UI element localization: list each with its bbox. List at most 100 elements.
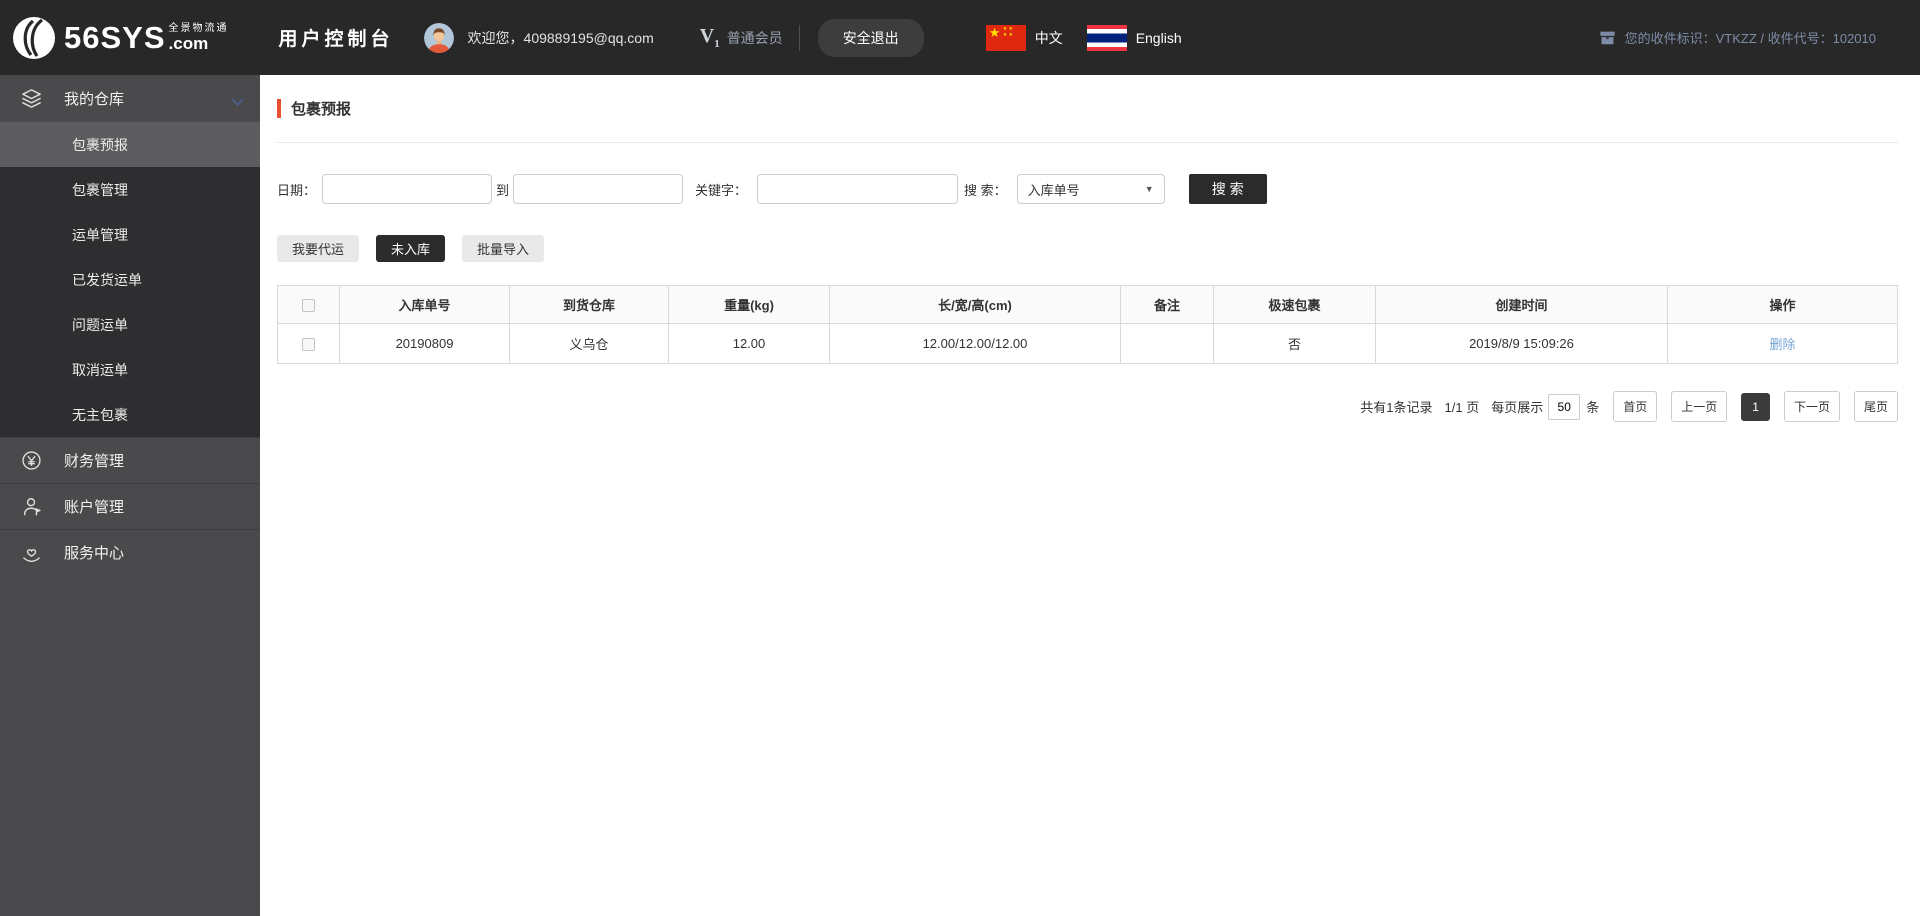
vip-level-icon: V1	[699, 25, 720, 50]
current-page-button[interactable]: 1	[1741, 392, 1770, 421]
search-type-select[interactable]: 入库单号	[1016, 174, 1165, 204]
col-header-warehouse: 到货仓库	[509, 285, 669, 324]
sidebar-section-label: 账户管理	[64, 499, 125, 516]
date-label: 日期：	[277, 182, 317, 198]
row-select-cell	[277, 323, 340, 364]
lang-chinese[interactable]: 中文	[1035, 28, 1063, 48]
thailand-flag-icon[interactable]	[1086, 24, 1127, 51]
sidebar-item-cancelled-waybills[interactable]: 取消运单	[0, 347, 260, 392]
date-from-input[interactable]	[322, 174, 493, 204]
keyword-input[interactable]	[757, 174, 959, 204]
warehouse-submenu: 包裹预报 包裹管理 运单管理 已发货运单 问题运单 取消运单 无主包裹	[0, 122, 260, 437]
per-page-label: 每页展示	[1491, 400, 1544, 415]
avatar	[423, 22, 454, 53]
action-buttons: 我要代运 未入库 批量导入	[277, 235, 1898, 262]
not-in-storage-tab[interactable]: 未入库	[376, 235, 446, 262]
logo: 56SYS 全景物流通 .com	[12, 16, 229, 60]
sidebar-section-finance[interactable]: 财务管理	[0, 437, 260, 483]
sidebar-item-package-forecast[interactable]: 包裹预报	[0, 122, 260, 167]
page-indicator-text: 1/1 页	[1444, 400, 1480, 415]
sidebar-item-problem-waybills[interactable]: 问题运单	[0, 302, 260, 347]
top-header: 56SYS 全景物流通 .com 用户控制台 欢迎您，409889195@qq.…	[0, 0, 1920, 75]
sidebar-item-unclaimed-packages[interactable]: 无主包裹	[0, 392, 260, 437]
cell-dimensions: 12.00/12.00/12.00	[829, 323, 1121, 364]
sidebar-section-label: 服务中心	[64, 545, 125, 562]
main-content: 包裹预报 日期： 到 关键字： 搜 索： 入库单号 搜 索 我要代运 未入库 批…	[260, 75, 1920, 916]
prev-page-button[interactable]: 上一页	[1671, 391, 1728, 422]
last-page-button[interactable]: 尾页	[1853, 391, 1898, 422]
pagination: 共有1条记录 1/1 页 每页展示 条 首页 上一页 1 下一页 尾页	[277, 391, 1898, 422]
brand-slogan: 全景物流通	[168, 22, 229, 34]
lang-english[interactable]: English	[1136, 30, 1182, 46]
consign-button[interactable]: 我要代运	[277, 235, 360, 262]
search-button[interactable]: 搜 索	[1188, 174, 1267, 204]
brand-name: 56SYS	[64, 19, 166, 55]
select-all-cell	[277, 285, 340, 324]
col-header-weight: 重量(kg)	[668, 285, 830, 324]
col-header-remark: 备注	[1120, 285, 1214, 324]
member-level-label: 普通会员	[726, 29, 783, 46]
cell-remark	[1120, 323, 1214, 364]
china-flag-icon[interactable]	[985, 24, 1026, 51]
language-switcher: 中文 English	[924, 24, 1182, 51]
cell-created-at: 2019/8/9 15:09:26	[1375, 323, 1668, 364]
cell-warehouse: 义乌仓	[509, 323, 669, 364]
row-checkbox[interactable]	[302, 338, 315, 352]
cell-weight: 12.00	[668, 323, 830, 364]
date-to-input[interactable]	[513, 174, 684, 204]
title-accent-bar	[277, 98, 281, 118]
search-type-selected-value: 入库单号	[1027, 182, 1080, 198]
layers-icon	[20, 87, 43, 110]
select-all-checkbox[interactable]	[302, 299, 315, 313]
total-records-text: 共有1条记录	[1360, 400, 1433, 415]
keyword-label: 关键字：	[695, 182, 748, 198]
sidebar: 我的仓库 包裹预报 包裹管理 运单管理 已发货运单 问题运单 取消运单 无主包裹	[0, 75, 260, 916]
chevron-down-icon	[231, 94, 244, 111]
receiver-id-text: 您的收件标识：VTKZZ / 收件代号：102010	[1624, 31, 1876, 46]
per-page-unit-label: 条	[1586, 400, 1600, 415]
cell-storage-no: 20190809	[339, 323, 510, 364]
title-divider	[277, 142, 1898, 143]
cell-express: 否	[1213, 323, 1376, 364]
receiver-info: 您的收件标识：VTKZZ / 收件代号：102010	[1598, 28, 1876, 47]
filter-toolbar: 日期： 到 关键字： 搜 索： 入库单号 搜 索	[277, 174, 1898, 204]
sidebar-item-package-management[interactable]: 包裹管理	[0, 167, 260, 212]
per-page-input[interactable]	[1548, 393, 1581, 420]
col-header-actions: 操作	[1667, 285, 1898, 324]
sidebar-section-account[interactable]: 账户管理	[0, 483, 260, 529]
cell-actions: 删除	[1667, 323, 1898, 364]
hand-heart-icon	[20, 541, 43, 564]
console-title: 用户控制台	[278, 29, 394, 50]
date-to-label: 到	[496, 182, 510, 198]
col-header-express: 极速包裹	[1213, 285, 1376, 324]
user-icon	[20, 495, 43, 518]
first-page-button[interactable]: 首页	[1613, 391, 1658, 422]
next-page-button[interactable]: 下一页	[1783, 391, 1840, 422]
logo-swoosh-icon	[12, 16, 56, 60]
yen-circle-icon	[20, 449, 43, 472]
sidebar-item-waybill-management[interactable]: 运单管理	[0, 212, 260, 257]
col-header-dimensions: 长/宽/高(cm)	[829, 285, 1121, 324]
page-title: 包裹预报	[277, 98, 1898, 118]
page-title-text: 包裹预报	[291, 100, 352, 118]
brand-domain: .com	[168, 33, 209, 53]
sidebar-section-my-warehouse[interactable]: 我的仓库	[0, 75, 260, 122]
table-header-row: 入库单号 到货仓库 重量(kg) 长/宽/高(cm) 备注 极速包裹 创建时间 …	[277, 285, 1898, 324]
col-header-storage-no: 入库单号	[339, 285, 510, 324]
logout-button[interactable]: 安全退出	[817, 18, 924, 57]
delete-link[interactable]: 删除	[1769, 337, 1795, 352]
header-divider	[798, 24, 800, 51]
member-badge: V1 普通会员	[700, 25, 783, 50]
sidebar-item-shipped-waybills[interactable]: 已发货运单	[0, 257, 260, 302]
sidebar-section-label: 我的仓库	[64, 91, 125, 108]
batch-import-button[interactable]: 批量导入	[462, 235, 545, 262]
sidebar-section-service[interactable]: 服务中心	[0, 529, 260, 575]
table-row: 20190809 义乌仓 12.00 12.00/12.00/12.00 否 2…	[277, 323, 1898, 364]
col-header-created-at: 创建时间	[1375, 285, 1668, 324]
search-type-label: 搜 索：	[964, 182, 1007, 198]
app-window: 56SYS 全景物流通 .com 用户控制台 欢迎您，409889195@qq.…	[0, 0, 1920, 916]
packages-table: 入库单号 到货仓库 重量(kg) 长/宽/高(cm) 备注 极速包裹 创建时间 …	[277, 285, 1898, 364]
sidebar-section-label: 财务管理	[64, 453, 125, 470]
sidebar-filler	[0, 575, 260, 916]
welcome-text: 欢迎您，409889195@qq.com	[467, 29, 654, 46]
